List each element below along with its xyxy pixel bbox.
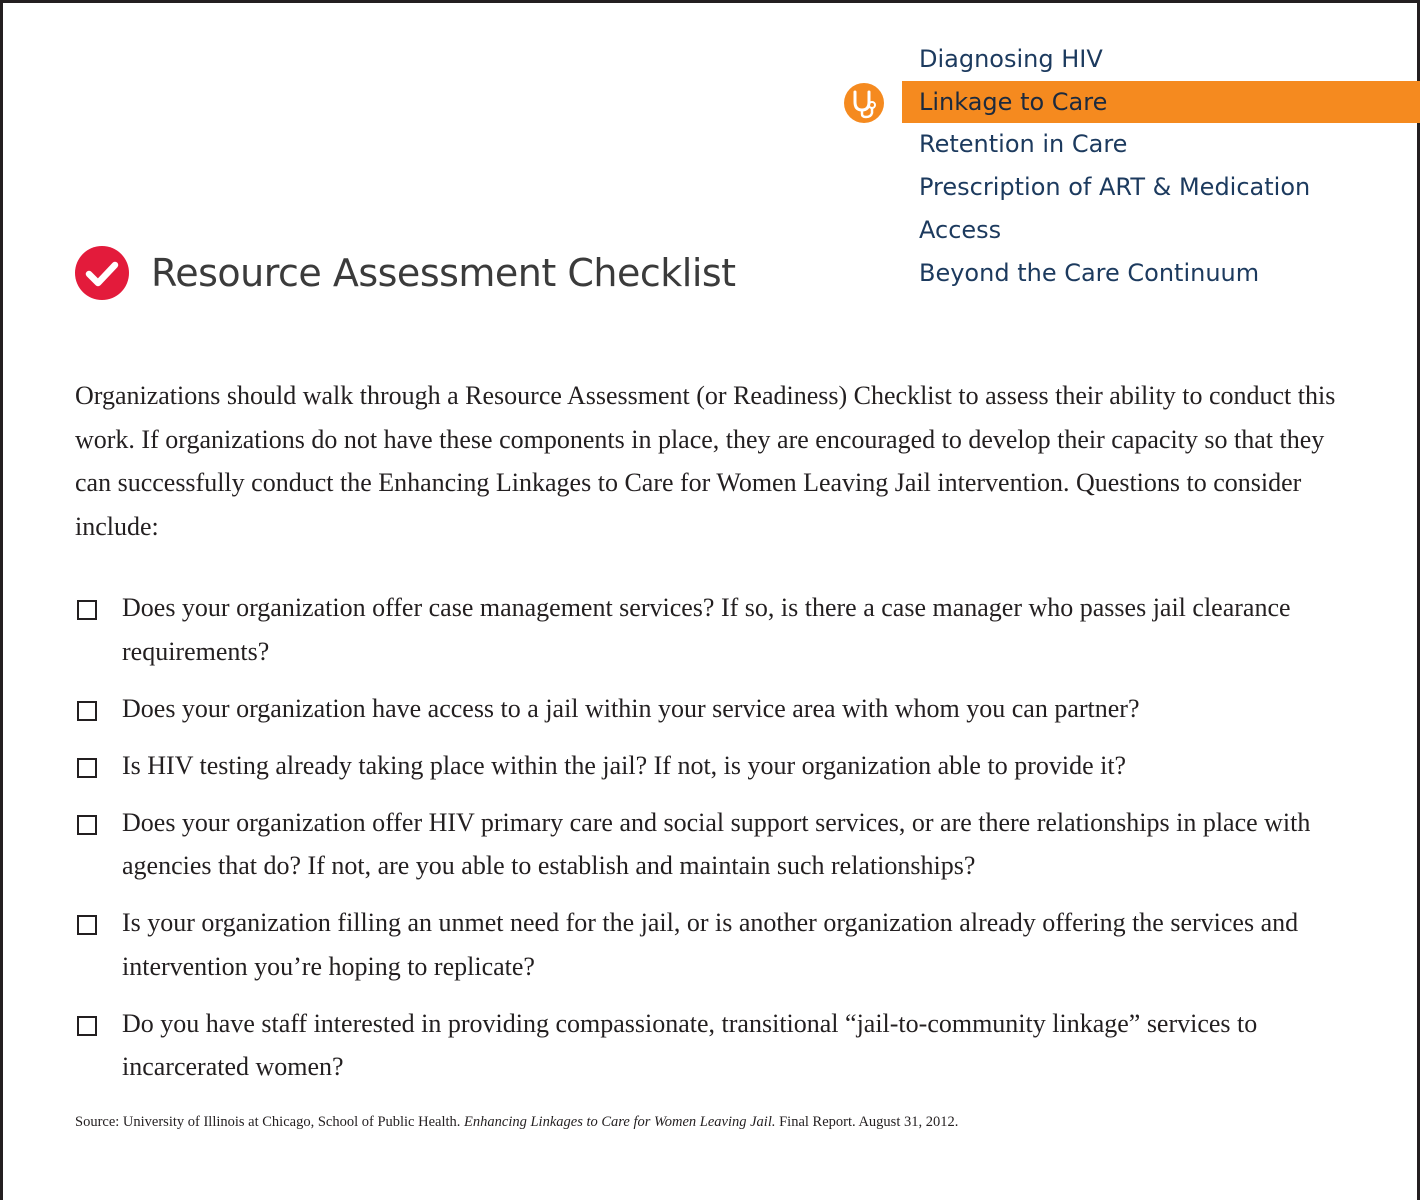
- checkbox[interactable]: [77, 700, 97, 721]
- checklist-item: Does your organization offer HIV primary…: [75, 801, 1365, 888]
- checkbox[interactable]: [77, 600, 97, 620]
- stethoscope-icon: [844, 83, 884, 123]
- source-citation: Source: University of Illinois at Chicag…: [75, 1114, 1375, 1131]
- checklist-item-text: Does your organization offer HIV primary…: [122, 807, 1311, 881]
- checklist-item-text: Do you have staff interested in providin…: [122, 1008, 1258, 1082]
- nav-item-prescription-of-art[interactable]: Prescription of ART & Medication: [902, 166, 1420, 209]
- checklist-item: Does your organization offer case manage…: [75, 586, 1365, 673]
- checkbox[interactable]: [77, 757, 97, 778]
- checklist-item: Is your organization filling an unmet ne…: [75, 901, 1365, 988]
- checklist-item-text: Does your organization offer case manage…: [122, 593, 1291, 666]
- checklist-item: Do you have staff interested in providin…: [75, 1002, 1365, 1089]
- nav-item-access[interactable]: Access: [902, 209, 1420, 252]
- checklist-item-text: Does your organization have access to a …: [122, 693, 1140, 723]
- checklist-item-text: Is your organization filling an unmet ne…: [122, 908, 1299, 981]
- check-circle-icon: [75, 246, 129, 300]
- checkbox[interactable]: [77, 915, 97, 935]
- page-title: Resource Assessment Checklist: [151, 251, 736, 295]
- nav-item-diagnosing-hiv[interactable]: Diagnosing HIV: [902, 38, 1420, 81]
- nav-item-beyond-care-continuum[interactable]: Beyond the Care Continuum: [902, 252, 1420, 295]
- checkbox[interactable]: [77, 814, 97, 835]
- source-prefix: Source: University of Illinois at Chicag…: [75, 1114, 465, 1130]
- checkbox[interactable]: [77, 1015, 97, 1036]
- checklist-item-text: Is HIV testing already taking place with…: [122, 750, 1127, 780]
- care-continuum-nav: Diagnosing HIV Linkage to Care Retention…: [902, 38, 1420, 294]
- checklist-item: Is HIV testing already taking place with…: [75, 744, 1365, 788]
- source-title: Enhancing Linkages to Care for Women Lea…: [464, 1114, 776, 1130]
- intro-paragraph: Organizations should walk through a Reso…: [75, 381, 1336, 541]
- nav-item-linkage-to-care[interactable]: Linkage to Care: [902, 80, 1420, 124]
- nav-item-retention-in-care[interactable]: Retention in Care: [902, 123, 1420, 166]
- resource-checklist: Does your organization offer case manage…: [75, 586, 1365, 1102]
- checklist-item: Does your organization have access to a …: [75, 687, 1365, 731]
- source-suffix: Final Report. August 31, 2012.: [775, 1114, 959, 1130]
